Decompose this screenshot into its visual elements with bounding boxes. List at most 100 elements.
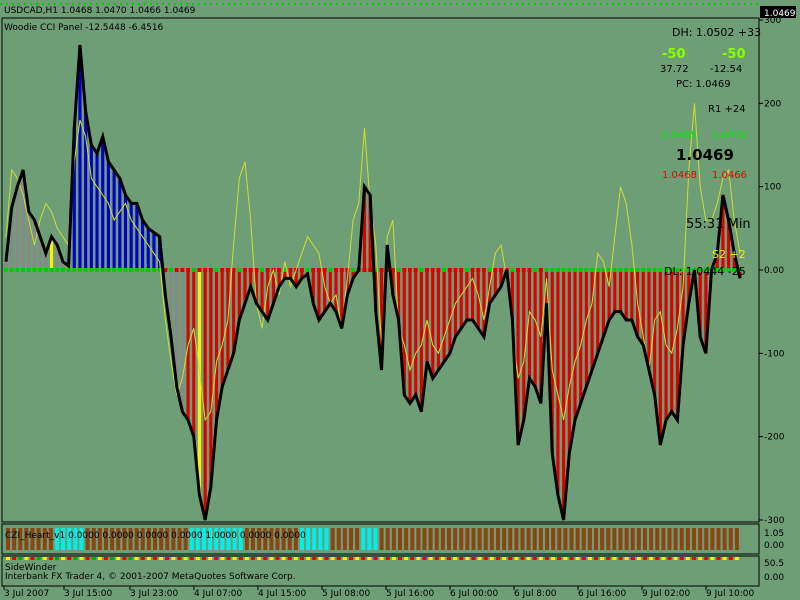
sidewinder-mark [685,557,690,560]
zero-dot [237,268,242,272]
heart-bar [710,528,715,550]
sidewinder-mark [410,557,415,560]
sub2-tick-label: 50.5 [764,559,784,569]
heart-bar [324,528,329,550]
sidewinder-mark [630,557,635,560]
heart-bar [618,528,623,550]
cci-bar [448,270,452,354]
zero-dot [590,268,595,272]
zero-dot [658,268,663,272]
sidewinder-mark [514,557,519,560]
sidewinder-mark [489,557,494,560]
sidewinder-mark [195,557,200,560]
sidewinder-mark [594,557,598,560]
heart-bar [379,528,384,550]
sidewinder-mark [183,557,188,560]
sidewinder-mark [97,557,102,560]
heart-bar [557,528,562,550]
heart-bar [612,528,617,550]
sidewinder-mark [459,557,464,560]
sidewinder-mark [716,557,721,560]
heart-bar [545,528,549,550]
heart-bar [477,528,482,550]
panel-cci-b: -50 [722,47,746,62]
cci-bar [562,270,566,520]
heart-bar [349,528,353,550]
sidewinder-mark [471,557,476,560]
cci-bar [584,270,588,387]
sidewinder-mark [18,557,23,560]
sidewinder-mark [55,557,59,560]
panel-dh: DH: 1.0502 +33 [672,26,761,39]
zero-dot [339,268,344,272]
zero-dot [288,268,293,272]
panel-green-b: 1.0470 [712,130,747,141]
sidewinder-mark [244,557,249,560]
heart-bar [563,528,568,550]
zero-dot [510,268,515,272]
sidewinder-mark [532,557,537,560]
zero-dot [652,268,657,272]
heart-bar [459,528,464,550]
zero-dot [425,268,430,272]
zero-dot [38,268,43,272]
zero-dot [368,268,373,272]
sidewinder-mark [612,557,617,560]
zero-dot [203,268,208,272]
sidewinder-mark [257,557,262,560]
sidewinder-mark [606,557,611,560]
heart-bar [361,528,366,550]
y-tick-label: -300 [764,516,785,526]
sidewinder-mark [587,557,592,560]
zero-dot [134,268,139,272]
zero-dot [180,268,185,272]
heart-bar [318,528,323,550]
zero-dot [169,268,174,272]
panel-big-price: 1.0469 [676,146,734,164]
heart-bar [587,528,592,550]
cci-bar [556,270,560,495]
y-tick-label: -100 [764,349,785,359]
heart-bar [569,528,574,550]
zero-dot [129,268,134,272]
cci-bar [135,203,139,270]
symbol-line: USDCAD,H1 1.0468 1.0470 1.0466 1.0469 [4,6,196,16]
x-tick-label: 6 Jul 16:00 [578,589,627,599]
sidewinder-mark [153,557,157,560]
heart-bar [502,528,507,550]
indicator-label: Woodie CCI Panel -12.5448 -6.4516 [4,23,164,33]
cci-bar [192,270,196,437]
sidewinder-mark [134,557,139,560]
zero-dot [612,268,617,272]
sidewinder-mark [624,557,629,560]
cci-bar [180,270,184,412]
panel-s2: S2 +2 [712,248,746,261]
sidewinder-mark [526,557,531,560]
sidewinder-mark [61,557,66,560]
zero-dot [197,268,202,272]
heart-bar [355,528,360,550]
zero-dot [459,268,464,272]
sidewinder-mark [569,557,574,560]
footer-label: Interbank FX Trader 4, © 2001-2007 MetaQ… [5,572,296,582]
y-tick-label: 300 [764,16,781,26]
sidewinder-mark [734,557,739,560]
heart-bar [716,528,721,550]
sidewinder-mark [287,557,292,560]
heart-bar [538,528,543,550]
zero-dot [419,268,424,272]
zero-dot [95,268,100,272]
cci-bar [613,270,617,312]
sidewinder-mark [48,557,53,560]
sidewinder-mark [269,557,274,560]
zero-dot [15,268,20,272]
cci-bar [129,203,133,270]
zero-dot [4,268,8,272]
zero-dot [265,268,270,272]
sidewinder-mark [618,557,623,560]
zero-dot [533,268,538,272]
zero-dot [470,268,475,272]
cci-bar [522,270,526,420]
zero-dot [572,268,577,272]
heart-bar [673,528,678,550]
